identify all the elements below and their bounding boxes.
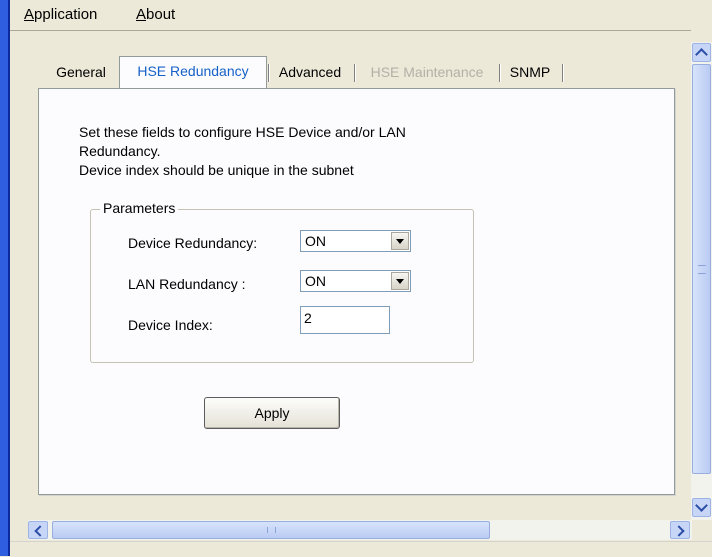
- chevron-right-icon: [673, 525, 685, 537]
- device-redundancy-label: Device Redundancy:: [128, 235, 258, 251]
- grip-icon: [267, 527, 276, 533]
- horizontal-scroll-thumb[interactable]: [52, 521, 490, 539]
- tab-separator: [562, 64, 564, 82]
- chevron-left-icon: [34, 525, 46, 537]
- scrollbar-corner: [692, 520, 712, 540]
- menu-application[interactable]: Application: [24, 6, 97, 23]
- device-redundancy-value: ON: [305, 233, 326, 249]
- tab-hse-redundancy[interactable]: HSE Redundancy: [119, 56, 267, 88]
- device-index-label: Device Index:: [128, 317, 213, 333]
- device-index-field[interactable]: 2: [300, 306, 390, 334]
- menu-about[interactable]: About: [136, 6, 175, 23]
- menu-bar: Application About: [10, 0, 712, 30]
- description-text: Set these fields to configure HSE Device…: [79, 124, 406, 178]
- scroll-left-button[interactable]: [28, 521, 48, 539]
- lan-redundancy-value: ON: [305, 273, 326, 289]
- tab-separator: [268, 64, 270, 82]
- grip-icon: [698, 265, 706, 274]
- apply-button[interactable]: Apply: [204, 397, 340, 429]
- scroll-down-button[interactable]: [692, 498, 711, 517]
- device-redundancy-select[interactable]: ON: [300, 230, 411, 252]
- window-left-edge: [0, 0, 10, 556]
- tab-hse-maintenance: HSE Maintenance: [370, 64, 484, 80]
- lan-redundancy-select[interactable]: ON: [300, 270, 411, 292]
- scroll-up-button[interactable]: [692, 43, 711, 62]
- chevron-down-icon[interactable]: [391, 272, 409, 290]
- tab-separator: [499, 64, 501, 82]
- horizontal-scrollbar[interactable]: [28, 520, 692, 540]
- tab-separator: [354, 64, 356, 82]
- vertical-scrollbar[interactable]: [691, 42, 712, 520]
- chevron-up-icon: [695, 48, 708, 61]
- lan-redundancy-label: LAN Redundancy :: [128, 276, 246, 292]
- chevron-down-icon[interactable]: [391, 232, 409, 250]
- chevron-down-icon: [695, 499, 708, 512]
- tab-general[interactable]: General: [48, 58, 114, 87]
- tab-advanced[interactable]: Advanced: [271, 58, 349, 87]
- window-bottom-edge: [10, 541, 712, 557]
- vertical-scroll-thumb[interactable]: [692, 64, 711, 474]
- scroll-right-button[interactable]: [670, 521, 690, 539]
- tab-snmp[interactable]: SNMP: [504, 58, 556, 87]
- parameters-group-title: Parameters: [100, 200, 179, 216]
